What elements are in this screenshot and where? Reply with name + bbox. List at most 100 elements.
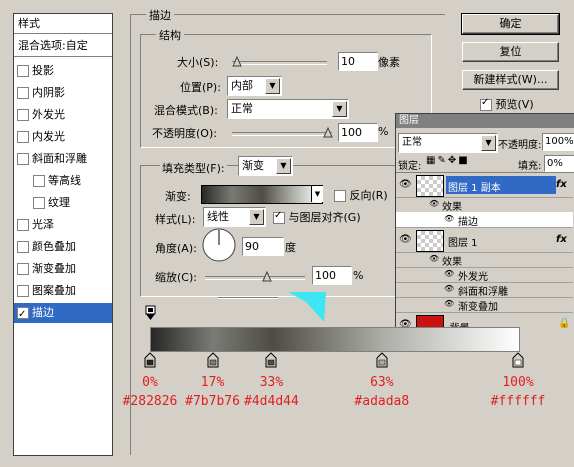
color-stop-marker[interactable] [265, 352, 277, 371]
blend-options-item[interactable]: 混合选项:自定 [14, 35, 112, 57]
opacity-slider-track[interactable] [232, 132, 332, 136]
style-item-checkbox[interactable] [33, 197, 45, 209]
style-item[interactable]: 投影 [17, 61, 111, 81]
style-item[interactable]: 等高线 [33, 171, 111, 191]
reverse-label: 反向(R) [349, 189, 388, 202]
angle-dial[interactable] [201, 227, 237, 266]
style-item-checkbox[interactable] [17, 219, 29, 231]
style-item-checkbox[interactable] [17, 153, 29, 165]
color-stop-marker[interactable] [512, 352, 524, 371]
style-item-checkbox[interactable] [17, 285, 29, 297]
outer-glow-row[interactable]: 👁 外发光 [396, 267, 573, 283]
lock-move-icon[interactable]: ✥ [448, 155, 458, 166]
stroke-effect-row[interactable]: 👁 描边 [396, 212, 573, 228]
size-slider-thumb[interactable] [232, 55, 242, 70]
style-item-checkbox[interactable] [17, 65, 29, 77]
style-item[interactable]: 纹理 [33, 193, 111, 213]
eye-icon[interactable]: 👁 [444, 299, 454, 308]
fill-type-select[interactable]: 渐变 ▼ [238, 156, 293, 176]
reset-button[interactable]: 复位 [462, 42, 559, 62]
align-layer-checkbox[interactable]: 与图层对齐(G) [273, 209, 361, 225]
gradient-overlay-label: 渐变叠加 [458, 302, 498, 313]
style-item[interactable]: 内阴影 [17, 83, 111, 103]
color-stop-marker[interactable] [144, 352, 156, 371]
gradient-dropdown-button[interactable]: ▼ [311, 186, 323, 202]
size-unit: 像素 [378, 56, 400, 69]
reverse-check[interactable] [334, 190, 346, 202]
styles-list-panel: 样式 混合选项:自定 投影内阴影外发光 内发光 斜面和浮雕 等高线 纹理 光泽颜色叠加渐变… [13, 13, 113, 456]
layer-name: 图层 1 副本 [448, 183, 501, 194]
style-item[interactable]: 渐变叠加 [17, 259, 111, 279]
style-item[interactable]: 光泽 [17, 215, 111, 235]
layers-tab[interactable]: 图层 [396, 114, 574, 128]
style-item[interactable]: 图案叠加 [17, 281, 111, 301]
eye-icon[interactable]: 👁 [429, 254, 439, 263]
layer-opacity-input[interactable]: 100% [542, 133, 574, 151]
style-item-checkbox[interactable] [17, 87, 29, 99]
style-item[interactable]: 内发光 [17, 127, 111, 147]
effects-label: 效果 [442, 257, 462, 268]
effects-row[interactable]: 👁 效果 [396, 197, 573, 213]
style-item-label: 内阴影 [32, 86, 65, 99]
style-item-checkbox[interactable] [33, 175, 45, 187]
gradient-bar[interactable] [150, 327, 520, 352]
layer-blend-select[interactable]: 正常 ▼ [398, 133, 498, 153]
position-select[interactable]: 内部 ▼ [227, 76, 282, 96]
style-select[interactable]: 线性 ▼ [203, 207, 266, 227]
bevel-row[interactable]: 👁 斜面和浮雕 [396, 282, 573, 298]
style-item[interactable]: 斜面和浮雕 [17, 149, 111, 169]
scale-slider-track[interactable] [205, 276, 305, 280]
preview-checkbox[interactable]: 预览(V) [480, 96, 534, 112]
opacity-slider-thumb[interactable] [323, 126, 333, 141]
stop-percent-label: 100% [502, 375, 534, 390]
stop-hex-label: #ffffff [490, 394, 546, 409]
align-check[interactable] [273, 210, 285, 224]
lock-transparency-icon[interactable]: ▦ [426, 155, 437, 166]
stop-percent-label: 0% [142, 375, 158, 390]
ok-button[interactable]: 确定 [461, 13, 560, 35]
opacity-input[interactable]: 100 [338, 123, 378, 142]
visibility-eye-icon[interactable]: 👁 [399, 234, 412, 245]
style-item-checkbox[interactable] [17, 263, 29, 275]
style-item[interactable]: 外发光 [17, 105, 111, 125]
preview-check[interactable] [480, 97, 492, 111]
style-item[interactable]: 描边 [14, 303, 112, 325]
style-item-checkbox[interactable] [17, 131, 29, 143]
visibility-eye-icon[interactable]: 👁 [399, 179, 412, 190]
scale-slider-thumb[interactable] [262, 270, 272, 285]
opacity-label: 不透明度(O): [152, 127, 217, 140]
layer-row-layer1-copy[interactable]: 👁 图层 1 副本 fx [396, 173, 573, 198]
color-stop-marker[interactable] [207, 352, 219, 371]
color-stop-marker[interactable] [376, 352, 388, 371]
fill-type-value: 渐变 [242, 159, 264, 172]
layer-row-layer1[interactable]: 👁 图层 1 fx [396, 228, 573, 253]
eye-icon[interactable]: 👁 [444, 284, 454, 293]
fill-input[interactable]: 0% [544, 155, 574, 172]
gradient-overlay-row[interactable]: 👁 渐变叠加 [396, 297, 573, 313]
scale-input[interactable]: 100 [312, 266, 352, 285]
eye-icon[interactable]: 👁 [429, 199, 439, 208]
size-input[interactable]: 10 [338, 52, 378, 71]
lock-icons[interactable]: ▦✎✥■ [426, 155, 470, 166]
lock-paint-icon[interactable]: ✎ [437, 155, 447, 166]
style-item-label: 颜色叠加 [32, 240, 76, 253]
blend-mode-select[interactable]: 正常 ▼ [227, 99, 349, 119]
eye-icon[interactable]: 👁 [444, 214, 454, 223]
effects-row[interactable]: 👁 效果 [396, 252, 573, 268]
styles-header[interactable]: 样式 [14, 14, 112, 34]
stroke-effect-label: 描边 [458, 217, 478, 228]
eye-icon[interactable]: 👁 [444, 269, 454, 278]
style-item-checkbox[interactable] [17, 241, 29, 253]
effects-label: 效果 [442, 202, 462, 213]
style-item-checkbox[interactable] [17, 305, 29, 325]
style-item-checkbox[interactable] [17, 109, 29, 121]
gradient-label: 渐变: [165, 190, 191, 203]
reverse-checkbox[interactable]: 反向(R) [334, 187, 388, 203]
style-item[interactable]: 颜色叠加 [17, 237, 111, 257]
lock-all-icon[interactable]: ■ [458, 155, 469, 166]
gradient-picker[interactable] [201, 185, 323, 204]
size-slider-track[interactable] [232, 61, 327, 65]
angle-input[interactable]: 90 [242, 237, 284, 256]
opacity-stop-top[interactable] [145, 305, 156, 324]
new-style-button[interactable]: 新建样式(W)... [462, 70, 559, 90]
